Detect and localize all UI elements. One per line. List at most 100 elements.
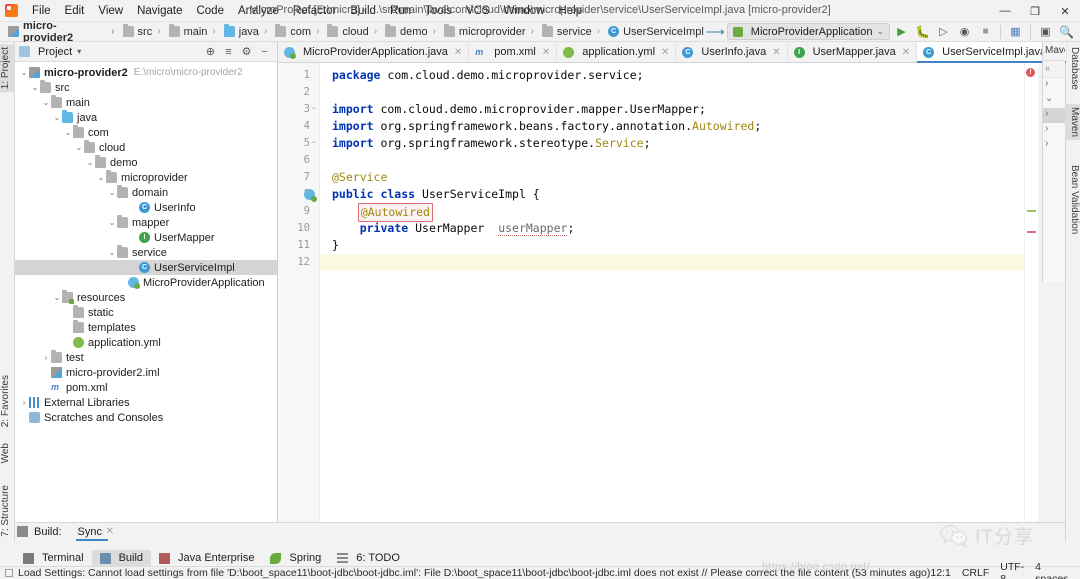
code-line[interactable]: import org.springframework.beans.factory…	[320, 118, 1038, 135]
tree-expand-arrow[interactable]	[41, 383, 51, 393]
menu-code[interactable]: Code	[189, 2, 231, 20]
breadcrumb-com[interactable]: com ›	[273, 24, 325, 39]
caret-position[interactable]: 12:1	[930, 567, 950, 579]
layout-button[interactable]: ▣	[1036, 23, 1055, 41]
tree-node-cloud[interactable]: ⌄ cloud	[15, 140, 277, 155]
file-encoding[interactable]: UTF-8	[1000, 561, 1024, 579]
tree-expand-arrow[interactable]: ⌄	[63, 128, 73, 138]
breadcrumb-java[interactable]: java ›	[222, 24, 274, 39]
close-icon[interactable]: ✕	[661, 47, 669, 58]
close-icon[interactable]: ✕	[454, 47, 462, 58]
tree-expand-arrow[interactable]	[118, 278, 128, 288]
menu-view[interactable]: View	[91, 2, 130, 20]
menu-navigate[interactable]: Navigate	[130, 2, 189, 20]
tree-node-external-libraries[interactable]: › External Libraries	[15, 395, 277, 410]
tree-node-demo[interactable]: ⌄ demo	[15, 155, 277, 170]
sidebar-item-web[interactable]: Web	[0, 440, 15, 466]
menu-file[interactable]: File	[25, 2, 58, 20]
tree-expand-arrow[interactable]: ⌄	[107, 218, 117, 228]
code-line[interactable]	[320, 152, 1038, 169]
locate-icon[interactable]: ⊕	[202, 43, 219, 60]
maximize-button[interactable]: ❐	[1020, 0, 1050, 22]
tree-node-pom-xml[interactable]: m pom.xml	[15, 380, 277, 395]
breadcrumb-main[interactable]: main ›	[167, 24, 222, 39]
stop-button[interactable]: ■	[976, 23, 995, 41]
back-arrow-icon[interactable]: ⟶	[706, 23, 725, 41]
tree-node-mapper[interactable]: ⌄ mapper	[15, 215, 277, 230]
tree-expand-arrow[interactable]: ⌄	[74, 143, 84, 153]
tree-node-microprovider[interactable]: ⌄ microprovider	[15, 170, 277, 185]
tree-node-scratches-and-consoles[interactable]: Scratches and Consoles	[15, 410, 277, 425]
menu-window[interactable]: Window	[497, 2, 552, 20]
tree-expand-arrow[interactable]: ⌄	[96, 173, 106, 183]
tree-expand-arrow[interactable]	[129, 233, 139, 243]
tree-expand-arrow[interactable]: ⌄	[52, 113, 62, 123]
tree-expand-arrow[interactable]: ⌄	[85, 158, 95, 168]
error-count-badge[interactable]: !	[1026, 68, 1035, 77]
breadcrumb-src[interactable]: src ›	[121, 24, 167, 39]
code-line[interactable]: }	[320, 237, 1038, 254]
tree-node-static[interactable]: static	[15, 305, 277, 320]
menu-run[interactable]: Run	[383, 2, 418, 20]
settings-gear-icon[interactable]: ⚙	[238, 43, 255, 60]
run-button[interactable]: ▶	[892, 23, 911, 41]
breadcrumb-microprovider[interactable]: microprovider ›	[442, 24, 540, 39]
code-line[interactable]: private UserMapper userMapper;	[320, 220, 1038, 237]
tree-node-micro-provider2[interactable]: ⌄ micro-provider2 E:\micro\micro-provider2	[15, 65, 277, 80]
run-configuration-selector[interactable]: MicroProviderApplication ⌄	[726, 23, 890, 40]
breadcrumb-class[interactable]: C UserServiceImpl	[606, 25, 706, 39]
menu-build[interactable]: Build	[343, 2, 383, 20]
tool-window-java-enterprise[interactable]: Java Enterprise	[151, 550, 262, 566]
editor-tab-microproviderapplication-java[interactable]: MicroProviderApplication.java ✕	[278, 42, 470, 62]
close-icon[interactable]: ✕	[542, 47, 550, 58]
tree-expand-arrow[interactable]: ⌄	[41, 98, 51, 108]
code-line[interactable]: package com.cloud.demo.microprovider.ser…	[320, 67, 1038, 84]
tree-node-usermapper[interactable]: I UserMapper	[15, 230, 277, 245]
tree-expand-arrow[interactable]: ⌄	[107, 248, 117, 258]
debug-button[interactable]: 🐛	[913, 23, 932, 41]
build-sync-tab[interactable]: Sync ✕	[75, 523, 116, 541]
menu-edit[interactable]: Edit	[58, 2, 92, 20]
run-with-coverage-button[interactable]: ▷	[934, 23, 953, 41]
tree-node-resources[interactable]: ⌄ resources	[15, 290, 277, 305]
tree-expand-arrow[interactable]: ›	[19, 398, 29, 408]
maven-collapse-icon[interactable]: «	[1043, 61, 1065, 78]
code-fold-icon[interactable]: −	[310, 139, 318, 148]
tree-expand-arrow[interactable]: ⌄	[19, 68, 29, 78]
marker-warning[interactable]	[1027, 210, 1036, 212]
minimize-button[interactable]: —	[990, 0, 1020, 22]
tree-node-test[interactable]: › test	[15, 350, 277, 365]
code-line[interactable]	[320, 84, 1038, 101]
tree-node-src[interactable]: ⌄ src	[15, 80, 277, 95]
collapse-all-icon[interactable]: ≡	[220, 43, 237, 60]
close-icon[interactable]: ✕	[106, 526, 114, 537]
tool-window-terminal[interactable]: Terminal	[15, 550, 92, 566]
code-line[interactable]: public class UserServiceImpl {	[320, 186, 1038, 203]
tool-window-build[interactable]: Build	[91, 550, 152, 566]
close-button[interactable]: ✕	[1050, 0, 1080, 22]
tree-expand-arrow[interactable]: ›	[41, 353, 51, 363]
code-line[interactable]: import org.springframework.stereotype.Se…	[320, 135, 1038, 152]
project-tree[interactable]: ⌄ micro-provider2 E:\micro\micro-provider2…	[15, 62, 277, 425]
tool-window-todo[interactable]: 6: TODO	[329, 550, 408, 566]
marker-error[interactable]	[1027, 231, 1036, 233]
breadcrumb-demo[interactable]: demo ›	[383, 24, 442, 39]
tool-window-spring[interactable]: Spring	[262, 550, 329, 566]
tree-node-com[interactable]: ⌄ com	[15, 125, 277, 140]
code-line[interactable]: @Autowired	[320, 203, 1038, 222]
tree-node-microproviderapplication[interactable]: MicroProviderApplication	[15, 275, 277, 290]
breadcrumb-module[interactable]: micro-provider2 ›	[6, 19, 121, 45]
maven-tree-row[interactable]: ›	[1043, 78, 1065, 93]
hide-icon[interactable]: −	[256, 43, 273, 60]
indent-setting[interactable]: 4 spaces	[1035, 561, 1068, 579]
editor-tab-usermapper-java[interactable]: I UserMapper.java ✕	[788, 42, 918, 62]
code-line[interactable]: @Service	[320, 169, 1038, 186]
tree-node-micro-provider2-iml[interactable]: micro-provider2.iml	[15, 365, 277, 380]
project-structure-button[interactable]: ▦	[1006, 23, 1025, 41]
code-content[interactable]: package com.cloud.demo.microprovider.ser…	[320, 63, 1038, 522]
profile-button[interactable]: ◉	[955, 23, 974, 41]
editor-gutter[interactable]: 123−45−6789101112	[278, 63, 320, 522]
editor-tab-userinfo-java[interactable]: C UserInfo.java ✕	[676, 42, 788, 62]
spring-bean-gutter-icon[interactable]	[304, 189, 317, 202]
close-icon[interactable]: ✕	[902, 47, 910, 58]
